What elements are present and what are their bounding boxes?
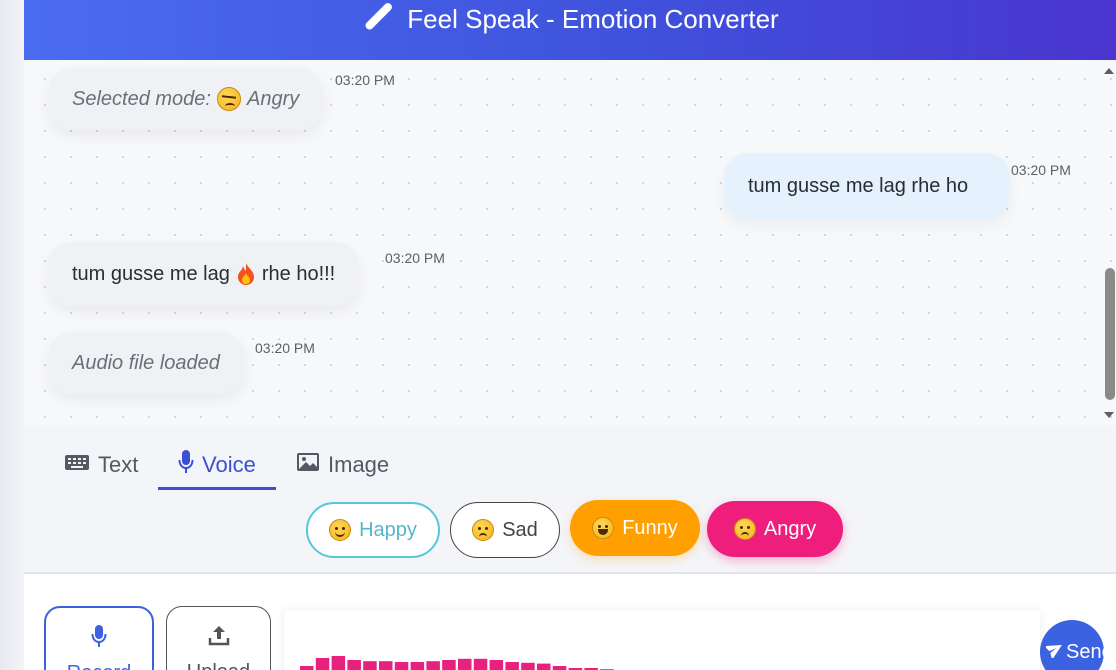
send-icon (1044, 640, 1064, 664)
message-timestamp: 03:20 PM (255, 340, 315, 356)
tab-image[interactable]: Image (290, 440, 395, 490)
message-text: rhe ho!!! (261, 262, 336, 285)
record-label: Record (67, 662, 131, 670)
message-timestamp: 03:20 PM (1011, 162, 1071, 178)
send-button[interactable]: Send (1040, 620, 1104, 670)
waveform-bar (331, 656, 346, 670)
tab-label: Text (98, 452, 139, 477)
waveform-bar (410, 662, 425, 670)
mood-button-angry[interactable]: Angry (707, 501, 843, 557)
angry-face-icon (733, 518, 756, 540)
waveform-bar (394, 662, 409, 670)
sad-face-icon (472, 519, 495, 541)
chat-area[interactable]: Selected mode: Angry 03:20 PM tum gusse … (24, 60, 1116, 426)
waveform-bar (347, 660, 361, 670)
scroll-up-arrow-icon[interactable] (1104, 68, 1114, 74)
mood-label: Happy (359, 518, 417, 541)
waveform-bar (379, 661, 393, 670)
microphone-icon (178, 449, 194, 481)
waveform-bar (489, 660, 504, 670)
tab-label: Voice (202, 452, 256, 477)
message-text: tum gusse me lag rhe ho (748, 174, 969, 197)
send-label: Send (1066, 640, 1104, 663)
microphone-icon (91, 624, 107, 654)
message-text: Audio file loaded (72, 351, 220, 374)
message-bubble-bot: tum gusse me lag rhe ho!!! (48, 242, 360, 306)
mood-button-sad[interactable]: Sad (450, 502, 560, 558)
upload-icon (207, 623, 231, 653)
message-text: tum gusse me lag (72, 262, 230, 285)
brush-icon (361, 0, 395, 39)
mood-label: Sad (502, 518, 538, 541)
keyboard-icon (64, 452, 90, 478)
record-button[interactable]: Record (44, 606, 154, 670)
waveform-bar (473, 658, 488, 670)
mood-button-happy[interactable]: Happy (306, 502, 440, 558)
scrollbar-thumb[interactable] (1105, 268, 1115, 400)
image-icon (296, 451, 320, 479)
upload-label: Upload (187, 661, 250, 670)
message-bubble-user: tum gusse me lag rhe ho (724, 153, 1010, 219)
window-gutter (0, 0, 24, 670)
mood-button-funny[interactable]: Funny (570, 500, 700, 556)
waveform-bar (458, 658, 472, 670)
waveform-bar (315, 658, 330, 670)
app-title: Feel Speak - Emotion Converter (407, 3, 779, 34)
message-timestamp: 03:20 PM (385, 250, 445, 266)
waveform-bar (426, 661, 440, 670)
audio-waveform[interactable] (284, 610, 1040, 670)
message-timestamp: 03:20 PM (335, 72, 395, 88)
voice-input-panel: Record Upload Send (24, 576, 1116, 670)
app-window: Feel Speak - Emotion Converter Selected … (24, 0, 1116, 670)
message-bubble-system-mode: Selected mode: Angry (48, 68, 324, 130)
angry-face-icon (216, 87, 241, 111)
laughing-face-icon (592, 517, 615, 539)
app-header: Feel Speak - Emotion Converter (24, 0, 1116, 60)
waveform-bar (537, 663, 551, 670)
smiling-face-icon (329, 519, 352, 541)
waveform-bar (552, 666, 567, 670)
mood-label: Angry (763, 517, 817, 540)
mood-label: Funny (622, 516, 678, 539)
message-text: Selected mode: (72, 87, 211, 110)
scroll-down-arrow-icon[interactable] (1104, 412, 1114, 418)
fire-icon (236, 262, 256, 286)
upload-button[interactable]: Upload (166, 606, 271, 670)
tab-text[interactable]: Text (58, 440, 144, 490)
waveform-bar (363, 661, 377, 670)
waveform-bar (505, 662, 519, 670)
input-mode-tabs: Text Voice Image (24, 426, 1116, 490)
waveform-bar (442, 660, 456, 670)
waveform-bar (521, 662, 535, 670)
waveform-bars (300, 656, 614, 670)
chat-scrollbar[interactable] (1102, 60, 1116, 426)
tab-label: Image (328, 452, 390, 477)
message-text-mood: Angry (246, 87, 300, 110)
mood-selector: Happy Sad Funny Angry (24, 490, 1116, 574)
waveform-bar (300, 666, 314, 670)
message-bubble-system-audio: Audio file loaded (48, 332, 244, 394)
tab-voice[interactable]: Voice (172, 440, 262, 490)
